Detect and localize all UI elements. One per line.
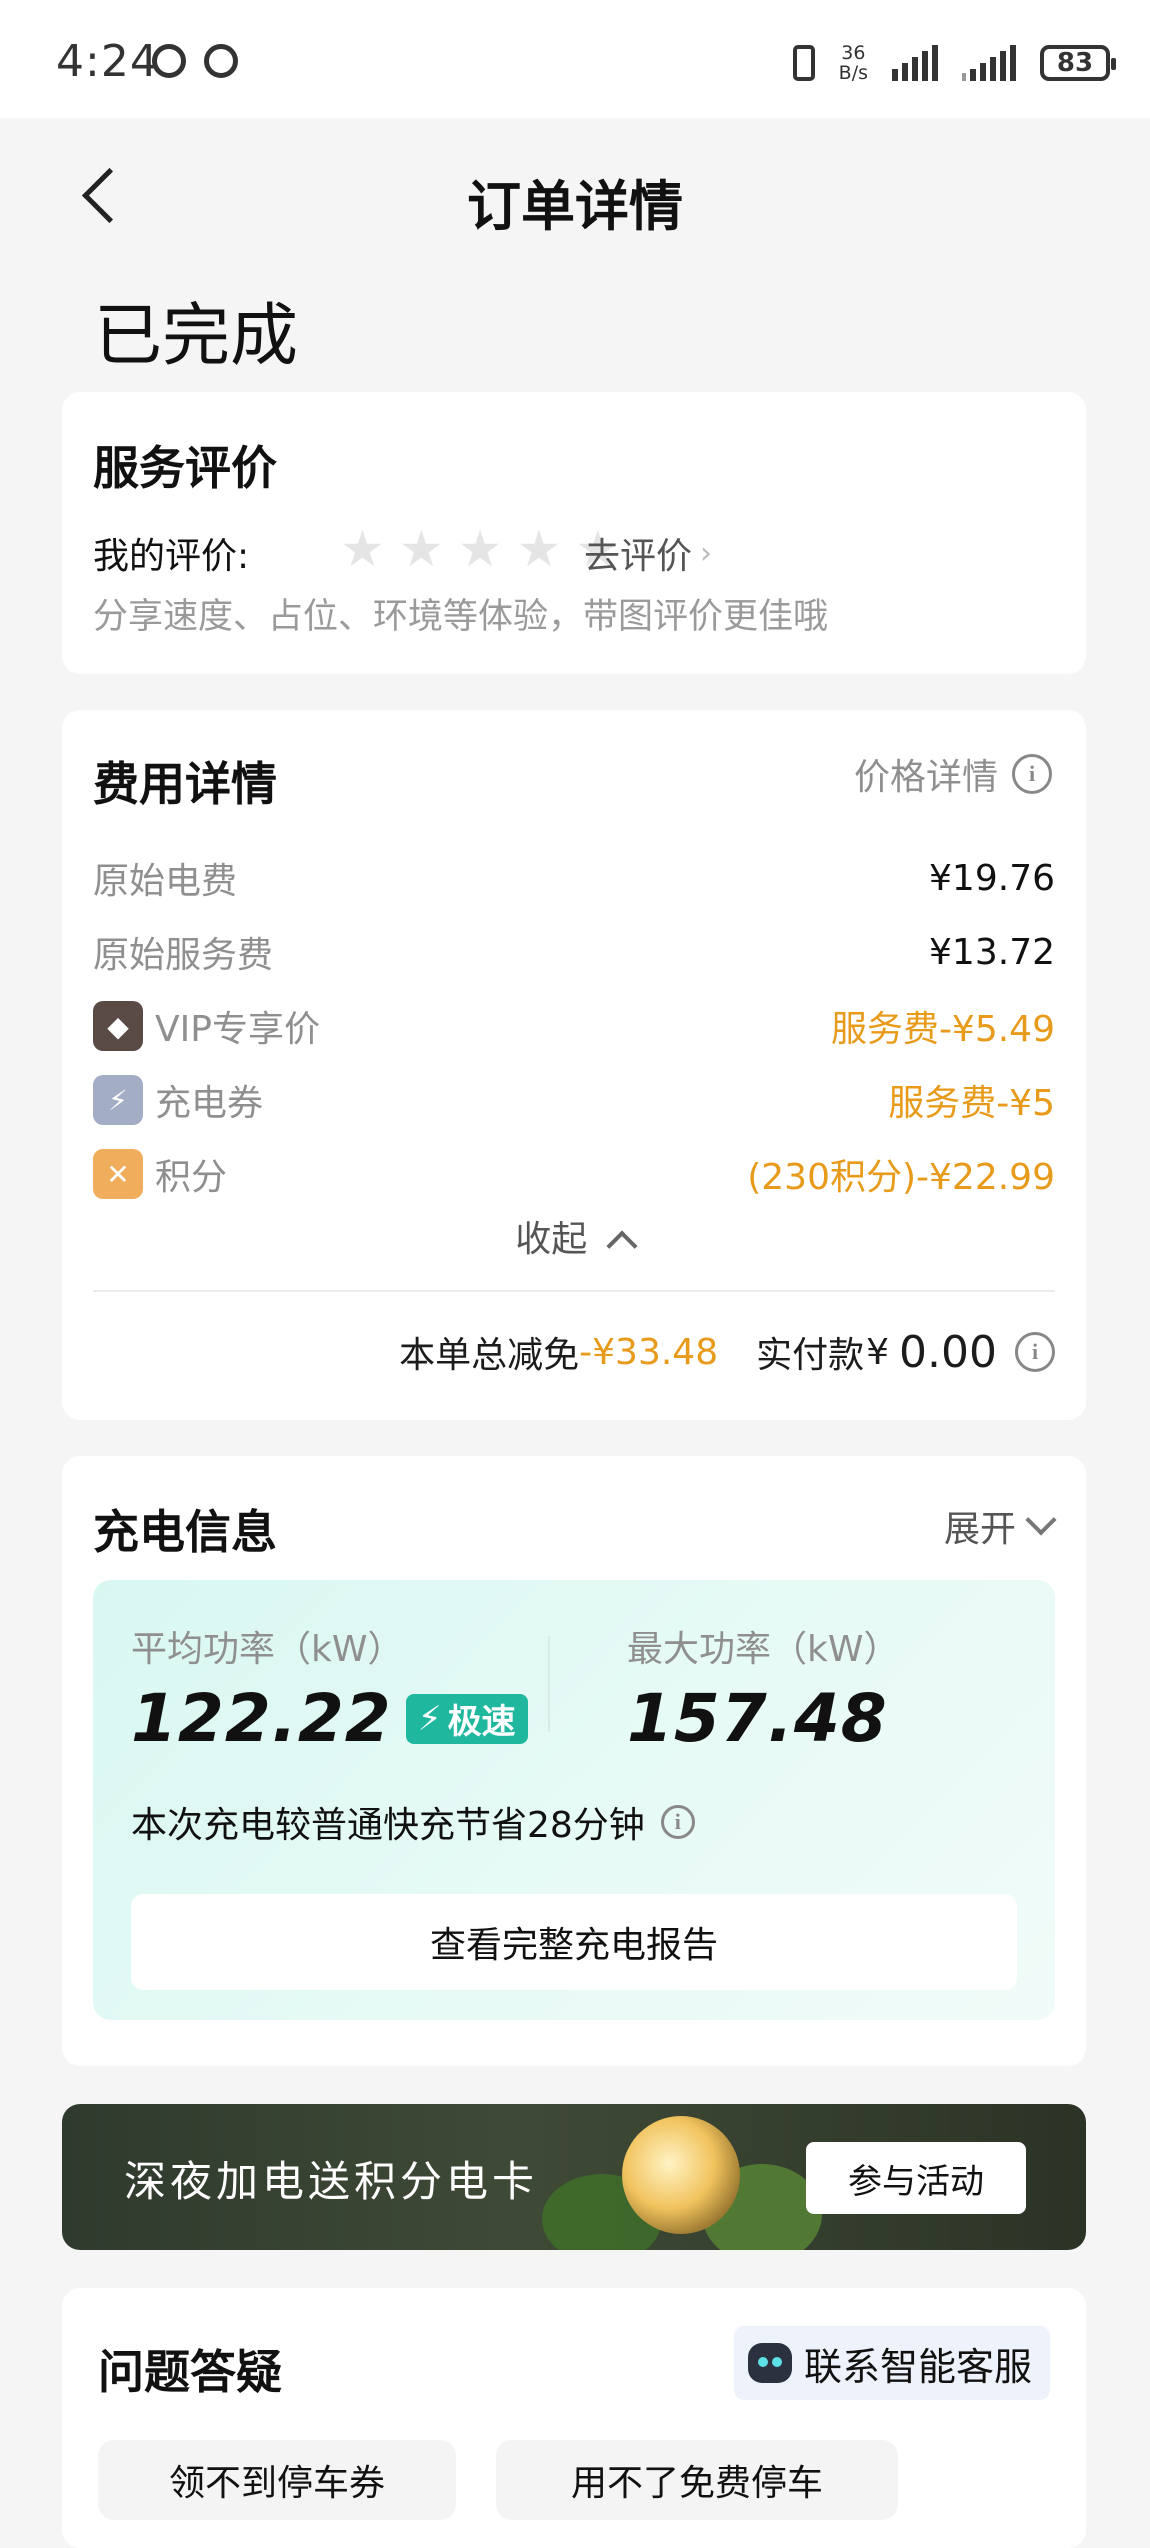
signal-2-icon [962, 45, 1016, 81]
review-hint: 分享速度、占位、环境等体验，带图评价更佳哦 [93, 597, 829, 637]
fast-charge-label: 极速 [447, 1702, 516, 1742]
paid-label: 实付款 [756, 1335, 865, 1376]
data-saver-icon [152, 44, 186, 78]
fee-value: ¥13.72 [929, 931, 1055, 973]
order-status: 已完成 [94, 297, 299, 376]
signal-icon [892, 45, 938, 81]
fee-name: 原始服务费 [93, 935, 274, 976]
paid-currency: ¥ [866, 1331, 890, 1373]
contact-service-button[interactable]: 联系智能客服 [733, 2326, 1050, 2400]
price-detail-link[interactable]: 价格详情 i [854, 748, 1052, 800]
paid-value: 0.00 [899, 1326, 997, 1378]
faq-title: 问题答疑 [98, 2345, 282, 2399]
battery-level: 83 [1056, 48, 1094, 78]
faq-chip[interactable]: 领不到停车券 [98, 2440, 456, 2520]
saving-text-row: 本次充电较普通快充节省28分钟 i [131, 1796, 695, 1848]
page-title: 订单详情 [467, 175, 683, 238]
status-bar: 4:24 36 B/s 83 [0, 0, 1150, 118]
star-icon[interactable]: ★ [516, 524, 561, 574]
vip-diamond-icon: ◆ [93, 1001, 143, 1051]
banner-text: 深夜加电送积分电卡 [124, 2157, 539, 2206]
fee-value: ¥19.76 [929, 857, 1055, 899]
network-speed: 36 B/s [839, 43, 868, 83]
nav-bar: 订单详情 [0, 118, 1150, 278]
avg-power-label: 平均功率（kW） [131, 1629, 404, 1670]
rating-stars[interactable]: ★ ★ ★ ★ ★ [340, 524, 620, 574]
info-icon[interactable]: i [660, 1805, 695, 1839]
star-icon[interactable]: ★ [340, 524, 385, 574]
fee-value: (230积分)-¥22.99 [747, 1157, 1055, 1198]
collapse-toggle[interactable]: 收起 [62, 1210, 1086, 1262]
fee-row: ✕ 积分 (230积分)-¥22.99 [93, 1144, 1055, 1204]
network-speed-unit: B/s [838, 62, 868, 84]
vibrate-icon [792, 45, 815, 81]
alarm-icon [204, 44, 238, 78]
total-discount-value: -¥33.48 [579, 1331, 719, 1373]
go-review-label: 去评价 [584, 536, 693, 577]
faq-chip[interactable]: 用不了免费停车 [496, 2440, 898, 2520]
fast-charge-tag: ⚡ 极速 [405, 1693, 528, 1744]
fee-name: VIP专享价 [155, 1009, 320, 1050]
status-time: 4:24 [56, 36, 159, 87]
view-report-button[interactable]: 查看完整充电报告 [131, 1894, 1017, 1990]
contact-service-label: 联系智能客服 [803, 2344, 1032, 2389]
my-rating-label: 我的评价: [93, 536, 250, 577]
chevron-up-icon [606, 1230, 638, 1262]
network-speed-value: 36 [841, 42, 866, 64]
fee-value: 服务费-¥5.49 [830, 1009, 1055, 1050]
fee-row: 原始服务费 ¥13.72 [93, 922, 1055, 982]
price-detail-label: 价格详情 [853, 757, 998, 798]
fee-row: ⚡ 充电券 服务费-¥5 [93, 1070, 1055, 1130]
total-discount-label: 本单总减免 [399, 1335, 580, 1376]
charge-stats-panel: 平均功率（kW） 122.22 ⚡ 极速 最大功率（kW） 157.48 本次充… [93, 1580, 1055, 2020]
expand-toggle[interactable]: 展开 [943, 1500, 1057, 1552]
fee-name: 充电券 [155, 1083, 264, 1124]
info-icon[interactable]: i [1015, 1332, 1055, 1372]
battery-icon: 83 [1040, 45, 1116, 81]
charge-title: 充电信息 [93, 1505, 277, 1559]
review-title: 服务评价 [93, 441, 277, 495]
robot-icon [747, 2343, 792, 2383]
star-icon[interactable]: ★ [399, 524, 444, 574]
chevron-right-icon: › [700, 535, 713, 571]
coupon-bolt-icon: ⚡ [93, 1075, 143, 1125]
fee-value: 服务费-¥5 [888, 1083, 1055, 1124]
fee-row: 原始电费 ¥19.76 [93, 848, 1055, 908]
bolt-icon: ⚡ [417, 1698, 442, 1739]
saving-text: 本次充电较普通快充节省28分钟 [131, 1805, 645, 1846]
moon-illustration [622, 2116, 740, 2234]
total-summary: 本单总减免 -¥33.48 实付款 ¥ 0.00 i [399, 1326, 1055, 1378]
review-card: 服务评价 我的评价: ★ ★ ★ ★ ★ 去评价 › 分享速度、占位、环境等体验… [62, 392, 1086, 674]
go-review-link[interactable]: 去评价 › [584, 527, 712, 579]
fee-name: 原始电费 [93, 861, 238, 902]
join-activity-button[interactable]: 参与活动 [806, 2142, 1026, 2214]
info-icon: i [1012, 754, 1052, 794]
avg-power-value: 122.22 [131, 1680, 392, 1757]
fee-title: 费用详情 [93, 757, 277, 811]
points-icon: ✕ [93, 1149, 143, 1199]
fee-name: 积分 [155, 1157, 228, 1198]
charge-info-card: 充电信息 展开 平均功率（kW） 122.22 ⚡ 极速 最大功率（kW） 15… [62, 1456, 1086, 2066]
chevron-down-icon [1025, 1504, 1057, 1536]
divider [548, 1636, 550, 1732]
fee-details-card: 费用详情 价格详情 i 原始电费 ¥19.76 原始服务费 ¥13.72 ◆ V… [62, 710, 1086, 1420]
promo-banner[interactable]: 深夜加电送积分电卡 参与活动 [62, 2104, 1086, 2250]
divider [93, 1290, 1055, 1292]
collapse-label: 收起 [515, 1219, 588, 1260]
max-power-label: 最大功率（kW） [627, 1629, 900, 1670]
max-power-value: 157.48 [627, 1680, 888, 1757]
star-icon[interactable]: ★ [458, 524, 503, 574]
fee-row: ◆ VIP专享价 服务费-¥5.49 [93, 996, 1055, 1056]
expand-label: 展开 [943, 1509, 1016, 1550]
